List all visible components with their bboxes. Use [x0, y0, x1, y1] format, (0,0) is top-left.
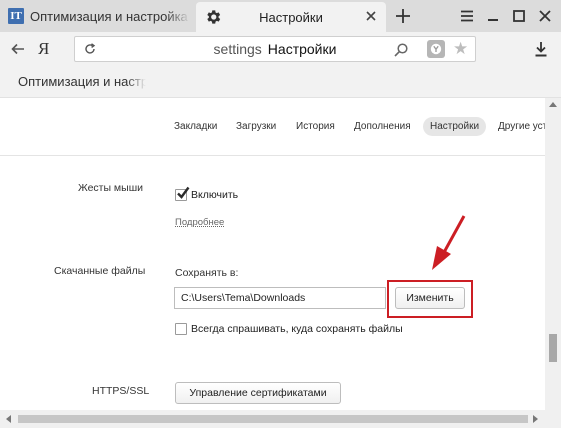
tab-strip: IT Оптимизация и настройка Настройки: [0, 0, 561, 32]
shield-y-icon: [430, 43, 442, 55]
address-text[interactable]: settings Настройки: [75, 41, 475, 57]
menu-icon[interactable]: [459, 8, 475, 24]
back-arrow-icon[interactable]: [10, 41, 26, 57]
bookmarks-bar: Оптимизация и настройка: [0, 66, 561, 98]
horizontal-scroll-thumb[interactable]: [18, 415, 528, 423]
download-icon[interactable]: [533, 40, 549, 58]
nav-downloads[interactable]: Загрузки: [236, 121, 276, 132]
download-path-field[interactable]: C:\Users\Tema\Downloads: [174, 287, 386, 309]
checkmark-icon: [177, 186, 190, 199]
mouse-gestures-checkbox[interactable]: [175, 186, 190, 201]
maximize-icon[interactable]: [511, 8, 527, 24]
manage-certificates-button[interactable]: Управление сертификатами: [175, 382, 341, 404]
always-ask-label[interactable]: Всегда спрашивать, куда сохранять файлы: [191, 323, 403, 335]
nav-bookmarks[interactable]: Закладки: [174, 121, 217, 132]
close-window-icon[interactable]: [537, 8, 553, 24]
new-tab-icon[interactable]: [394, 7, 412, 25]
nav-history[interactable]: История: [296, 121, 335, 132]
vertical-scrollbar[interactable]: [545, 98, 561, 410]
divider: [0, 155, 545, 156]
address-bar[interactable]: settings Настройки ★: [74, 36, 476, 62]
tab-title: Оптимизация и настройка: [30, 8, 188, 24]
downloads-label: Скачанные файлы: [54, 265, 146, 277]
it-favicon-icon: IT: [8, 8, 24, 24]
always-ask-checkbox[interactable]: [175, 323, 187, 335]
nav-settings[interactable]: Настройки: [423, 117, 487, 136]
annotation-arrow-icon: [432, 215, 466, 270]
save-to-label: Сохранять в:: [175, 267, 239, 279]
settings-nav: Закладки Загрузки История Дополнения Нас…: [0, 116, 545, 140]
bookmark-item[interactable]: Оптимизация и настройка: [18, 74, 146, 89]
yandex-logo[interactable]: Я: [38, 39, 49, 59]
tab-settings[interactable]: Настройки: [196, 2, 386, 32]
settings-page: Закладки Загрузки История Дополнения Нас…: [0, 98, 545, 410]
https-ssl-label: HTTPS/SSL: [92, 385, 150, 397]
address-host: settings: [213, 41, 262, 57]
minimize-icon[interactable]: [485, 8, 501, 24]
address-title: Настройки: [267, 41, 337, 57]
nav-extensions[interactable]: Дополнения: [354, 121, 411, 132]
horizontal-scrollbar[interactable]: [0, 410, 561, 428]
vertical-scroll-thumb[interactable]: [549, 334, 557, 362]
protect-icon[interactable]: [427, 40, 445, 58]
mouse-gestures-enable-label[interactable]: Включить: [191, 189, 238, 201]
annotation-highlight-box: [387, 280, 473, 318]
nav-other-devices[interactable]: Другие устройства: [498, 121, 545, 132]
bookmark-star-icon[interactable]: ★: [453, 39, 468, 59]
search-icon[interactable]: [393, 42, 409, 58]
tab-title: Настройки: [259, 10, 323, 25]
scroll-up-arrow-icon[interactable]: [549, 100, 557, 108]
close-tab-icon[interactable]: [364, 9, 378, 23]
mouse-gestures-label: Жесты мыши: [78, 182, 143, 194]
scroll-right-arrow-icon[interactable]: [532, 415, 540, 423]
more-info-link[interactable]: Подробнее: [175, 217, 224, 228]
scroll-left-arrow-icon[interactable]: [4, 415, 12, 423]
tab-optimization[interactable]: IT Оптимизация и настройка: [0, 0, 192, 32]
toolbar: Я settings Настройки ★: [0, 32, 561, 66]
